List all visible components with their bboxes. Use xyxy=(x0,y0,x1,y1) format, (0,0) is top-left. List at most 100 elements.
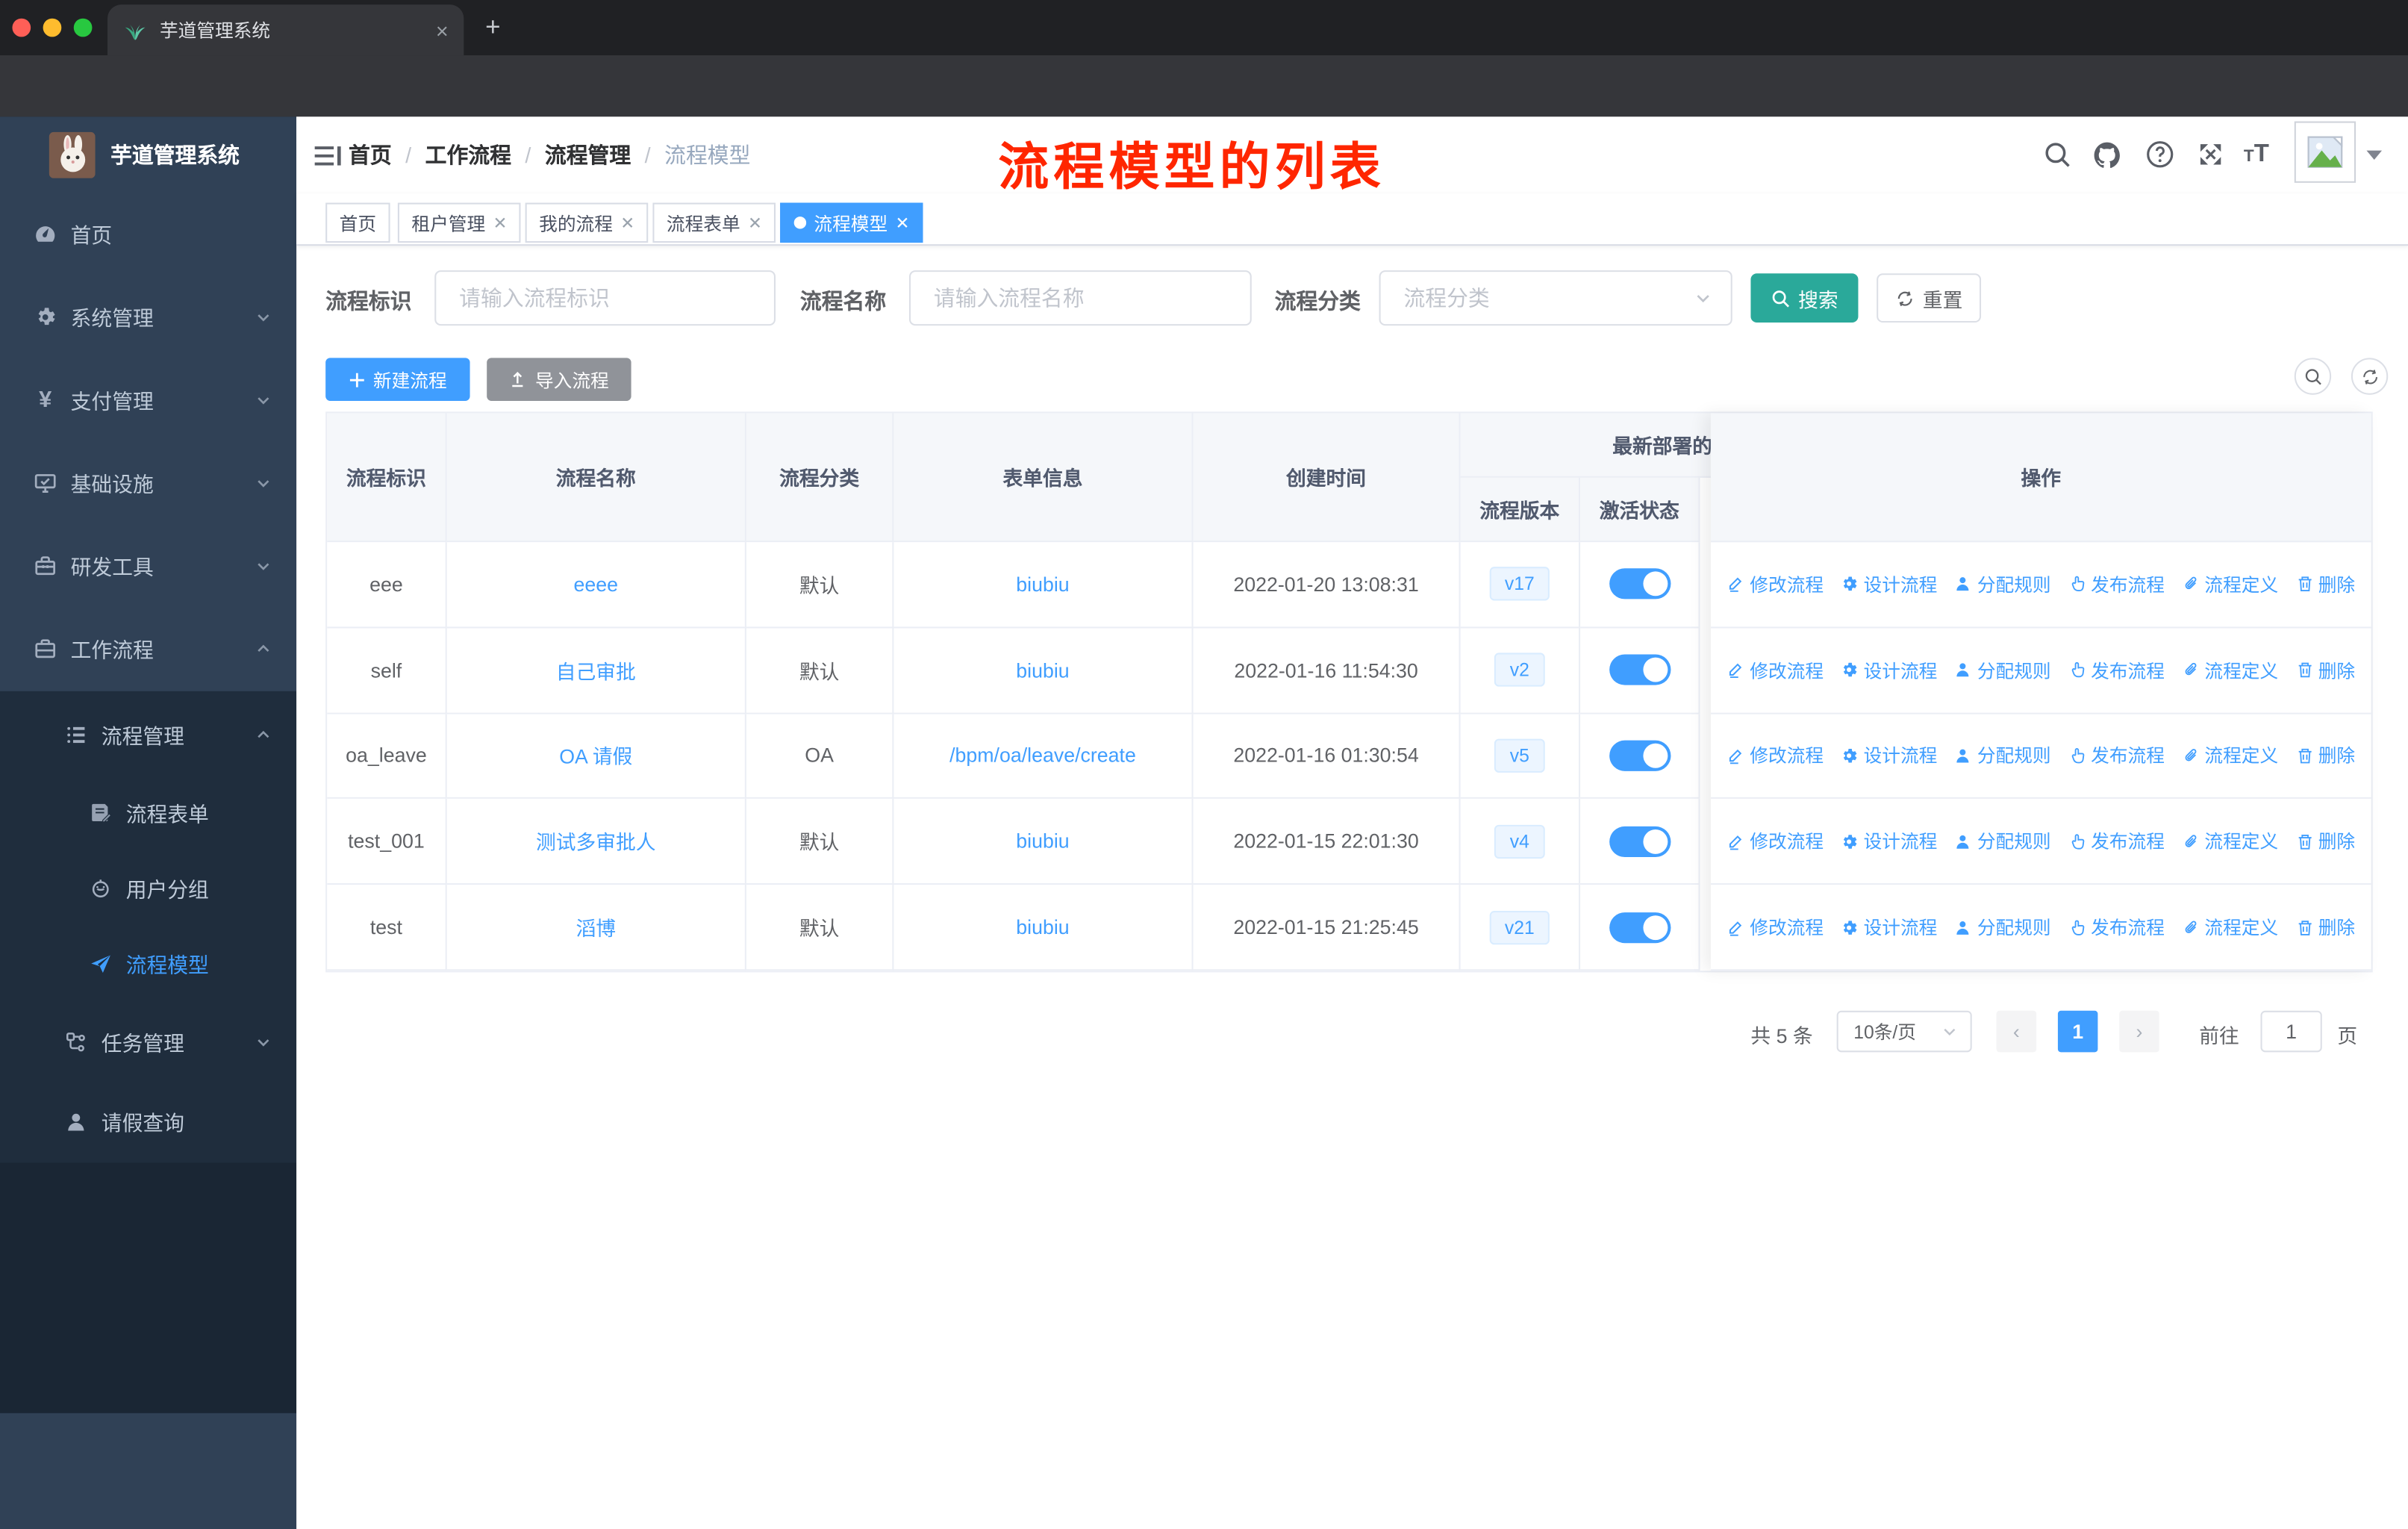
reset-button[interactable]: 重置 xyxy=(1877,273,1982,323)
tag-close-icon[interactable]: ✕ xyxy=(895,213,909,233)
breadcrumb-process-mgmt[interactable]: 流程管理 xyxy=(545,140,631,170)
filter-id-input[interactable] xyxy=(434,270,776,326)
show-search-toggle-button[interactable] xyxy=(2294,358,2332,395)
publish-process-link[interactable]: 发布流程 xyxy=(2068,657,2165,683)
sidebar-item-process-mgmt[interactable]: 流程管理 xyxy=(0,696,296,773)
publish-process-link[interactable]: 发布流程 xyxy=(2068,571,2165,597)
tag-close-icon[interactable]: ✕ xyxy=(748,213,762,233)
assign-rule-link[interactable]: 分配规则 xyxy=(1954,914,2051,940)
sidebar-logo[interactable]: 芋道管理系统 xyxy=(0,116,296,193)
tag-process-form[interactable]: 流程表单 ✕ xyxy=(652,202,776,243)
sidebar-item-user-group[interactable]: 用户分组 xyxy=(0,850,296,927)
tab-close-icon[interactable]: × xyxy=(436,19,449,41)
cell-process-id: test_001 xyxy=(327,799,447,885)
traffic-close-button[interactable] xyxy=(12,18,31,37)
search-button[interactable]: 搜索 xyxy=(1750,273,1859,323)
modify-process-link[interactable]: 修改流程 xyxy=(1727,743,1824,769)
sidebar-item-payment[interactable]: ¥ 支付管理 xyxy=(0,361,296,437)
delete-link[interactable]: 删除 xyxy=(2295,657,2355,683)
delete-link[interactable]: 删除 xyxy=(2295,571,2355,597)
next-page-button[interactable]: › xyxy=(2119,1010,2159,1053)
cell-form-link: biubiu xyxy=(893,799,1194,885)
github-icon[interactable] xyxy=(2092,140,2122,170)
version-badge[interactable]: v21 xyxy=(1489,910,1550,944)
version-badge[interactable]: v5 xyxy=(1494,738,1545,773)
create-process-button[interactable]: 新建流程 xyxy=(325,358,470,401)
modify-process-link[interactable]: 修改流程 xyxy=(1727,571,1824,597)
version-badge[interactable]: v2 xyxy=(1494,653,1545,688)
tag-my-process[interactable]: 我的流程 ✕ xyxy=(525,202,649,243)
sidebar-item-process-form[interactable]: 流程表单 xyxy=(0,774,296,851)
active-toggle[interactable] xyxy=(1609,826,1671,857)
sidebar-item-leave-query[interactable]: 请假查询 xyxy=(0,1083,296,1159)
publish-process-icon xyxy=(2068,832,2086,851)
sidebar-item-devtools[interactable]: 研发工具 xyxy=(0,527,296,604)
process-definition-link[interactable]: 流程定义 xyxy=(2182,657,2278,683)
active-toggle[interactable] xyxy=(1609,740,1671,771)
design-process-link[interactable]: 设计流程 xyxy=(1841,571,1937,597)
process-definition-link[interactable]: 流程定义 xyxy=(2182,914,2278,940)
tag-close-icon[interactable]: ✕ xyxy=(493,213,507,233)
active-toggle[interactable] xyxy=(1609,569,1671,600)
page-size-select[interactable]: 10条/页 xyxy=(1836,1010,1972,1053)
modify-process-icon xyxy=(1727,575,1745,594)
traffic-zoom-button[interactable] xyxy=(73,18,93,37)
cell-version: v5 xyxy=(1460,713,1581,800)
help-icon[interactable] xyxy=(2145,140,2174,169)
sidebar-item-workflow[interactable]: 工作流程 xyxy=(0,610,296,687)
refresh-table-button[interactable] xyxy=(2351,358,2389,395)
sidebar-item-process-model[interactable]: 流程模型 xyxy=(0,925,296,1002)
avatar-caret-icon[interactable] xyxy=(2366,150,2383,160)
sidebar-item-home[interactable]: 首页 xyxy=(0,195,296,272)
design-process-link[interactable]: 设计流程 xyxy=(1841,657,1937,683)
sidebar-item-task-mgmt[interactable]: 任务管理 xyxy=(0,1003,296,1080)
assign-rule-link[interactable]: 分配规则 xyxy=(1954,657,2051,683)
filter-category-select[interactable]: 流程分类 xyxy=(1379,270,1732,326)
assign-rule-link[interactable]: 分配规则 xyxy=(1954,571,2051,597)
delete-link[interactable]: 删除 xyxy=(2295,743,2355,769)
current-page-button[interactable]: 1 xyxy=(2057,1010,2098,1053)
tag-home[interactable]: 首页 xyxy=(325,202,390,243)
version-badge[interactable]: v17 xyxy=(1489,567,1550,602)
modify-process-icon xyxy=(1727,747,1745,765)
delete-link[interactable]: 删除 xyxy=(2295,829,2355,855)
tag-tenant[interactable]: 租户管理 ✕ xyxy=(397,202,521,243)
publish-process-icon xyxy=(2068,661,2086,679)
active-toggle[interactable] xyxy=(1609,912,1671,943)
delete-link[interactable]: 删除 xyxy=(2295,914,2355,940)
design-process-link[interactable]: 设计流程 xyxy=(1841,914,1937,940)
traffic-minimize-button[interactable] xyxy=(43,18,62,37)
import-process-button[interactable]: 导入流程 xyxy=(487,358,631,401)
publish-process-link[interactable]: 发布流程 xyxy=(2068,914,2165,940)
modify-process-link[interactable]: 修改流程 xyxy=(1727,914,1824,940)
breadcrumb-home[interactable]: 首页 xyxy=(349,140,392,170)
search-icon[interactable] xyxy=(2042,140,2071,169)
breadcrumb-workflow[interactable]: 工作流程 xyxy=(425,140,511,170)
process-definition-link[interactable]: 流程定义 xyxy=(2182,571,2278,597)
modify-process-link[interactable]: 修改流程 xyxy=(1727,829,1824,855)
tag-close-icon[interactable]: ✕ xyxy=(620,213,634,233)
browser-tab[interactable]: 芋道管理系统 × xyxy=(107,4,464,56)
process-definition-link[interactable]: 流程定义 xyxy=(2182,829,2278,855)
assign-rule-link[interactable]: 分配规则 xyxy=(1954,743,2051,769)
tag-process-model[interactable]: 流程模型 ✕ xyxy=(780,202,923,243)
font-size-icon[interactable]: TT xyxy=(2244,141,2269,169)
publish-process-link[interactable]: 发布流程 xyxy=(2068,743,2165,769)
assign-rule-link[interactable]: 分配规则 xyxy=(1954,829,2051,855)
publish-process-link[interactable]: 发布流程 xyxy=(2068,829,2165,855)
modify-process-link[interactable]: 修改流程 xyxy=(1727,657,1824,683)
design-process-link[interactable]: 设计流程 xyxy=(1841,743,1937,769)
sidebar-item-infrastructure[interactable]: 基础设施 xyxy=(0,444,296,521)
sidebar-item-system[interactable]: 系统管理 xyxy=(0,278,296,355)
new-tab-button[interactable]: + xyxy=(485,12,500,43)
process-definition-link[interactable]: 流程定义 xyxy=(2182,743,2278,769)
fullscreen-icon[interactable] xyxy=(2196,140,2225,169)
version-badge[interactable]: v4 xyxy=(1494,824,1545,859)
prev-page-button[interactable]: ‹ xyxy=(1996,1010,2037,1053)
avatar[interactable] xyxy=(2294,121,2356,183)
filter-name-input[interactable] xyxy=(908,270,1252,326)
goto-page-input[interactable] xyxy=(2260,1010,2322,1053)
design-process-link[interactable]: 设计流程 xyxy=(1841,829,1937,855)
hamburger-icon[interactable] xyxy=(314,141,343,170)
active-toggle[interactable] xyxy=(1609,654,1671,685)
